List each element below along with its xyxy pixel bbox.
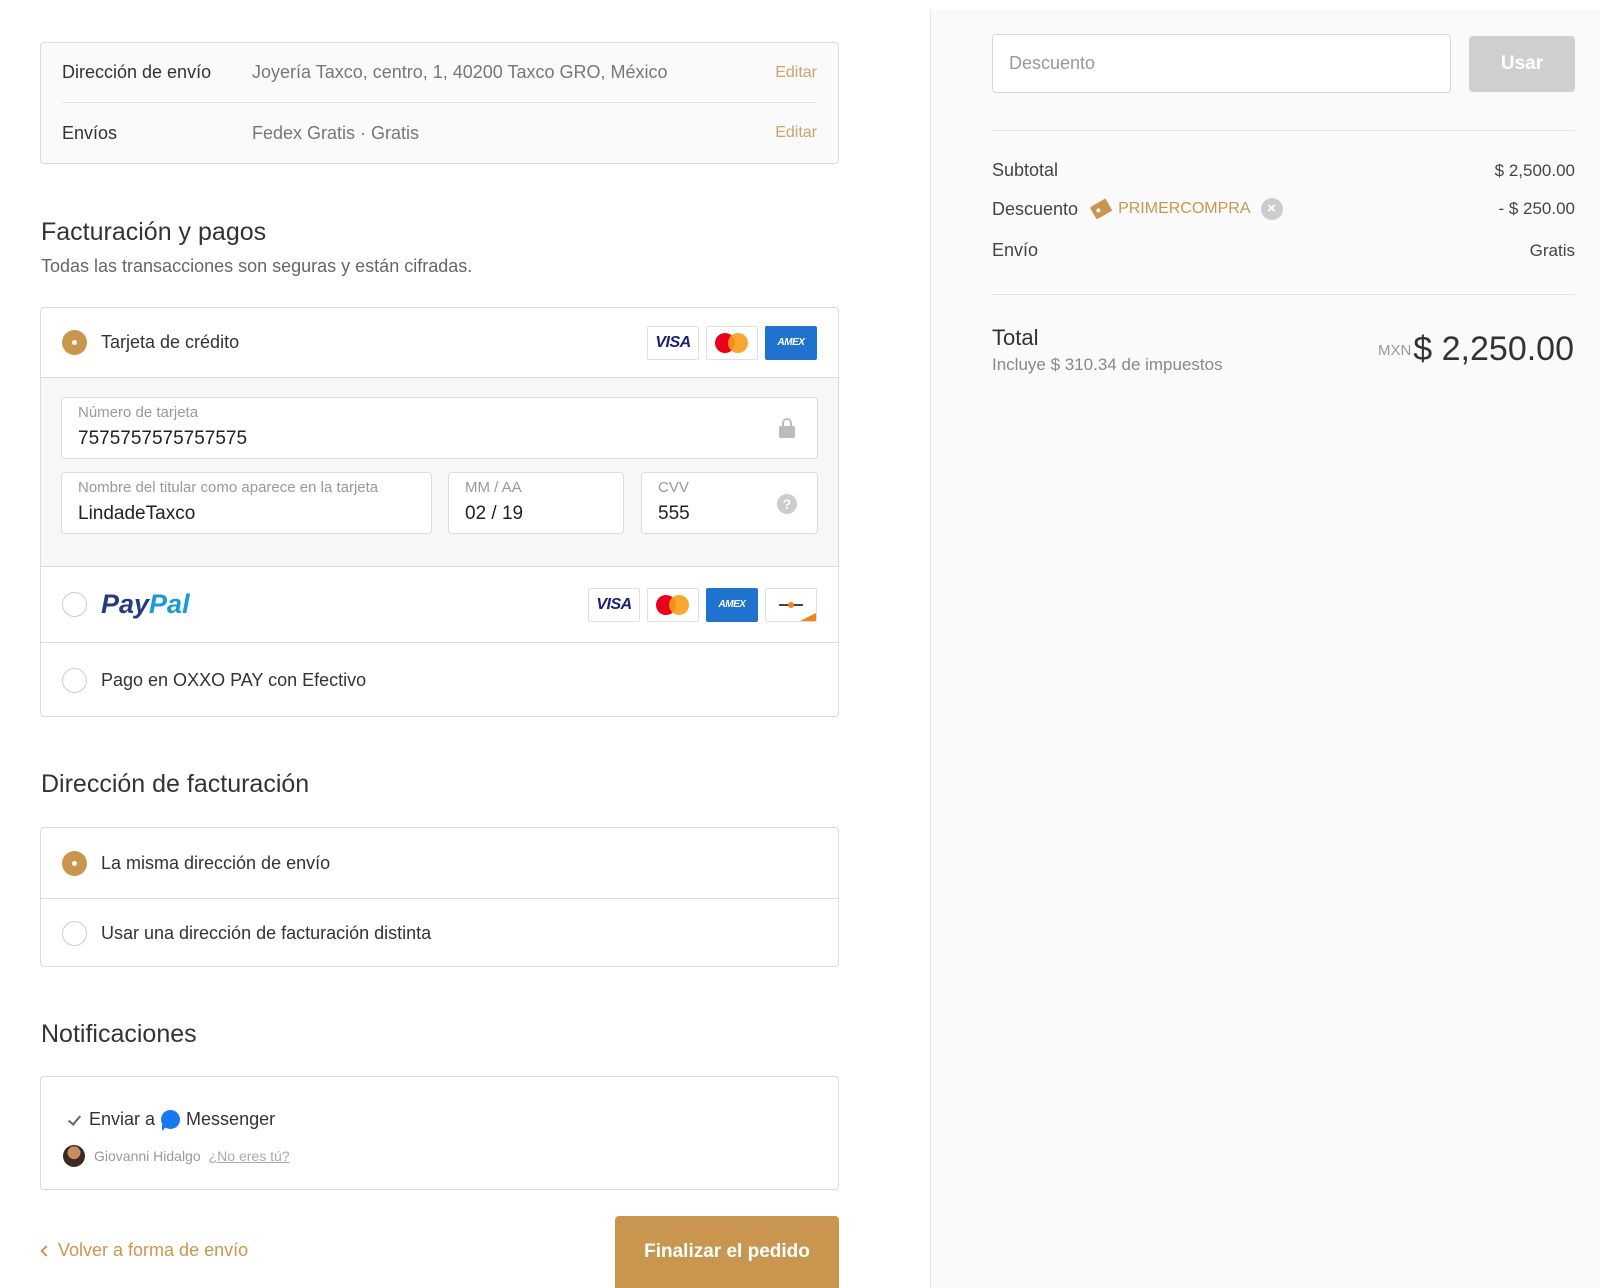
chevron-left-icon: [40, 1244, 52, 1257]
mastercard-icon: [706, 325, 758, 360]
oxxo-radio[interactable]: [62, 667, 87, 693]
visa-icon: VISA: [647, 325, 699, 360]
subtotal-row: Subtotal $ 2,500.00: [992, 160, 1575, 181]
cardholder-name-label: Nombre del titular como aparece en la ta…: [78, 479, 379, 496]
shipping-cost-row: Envío Gratis: [992, 240, 1575, 261]
shipping-label: Envíos: [62, 122, 118, 143]
notifications-title: Notificaciones: [41, 1020, 197, 1048]
credit-card-brands: VISA AMEX: [647, 325, 817, 360]
billing-option-same[interactable]: La misma dirección de envío: [41, 828, 838, 899]
discount-input[interactable]: Descuento: [992, 34, 1451, 93]
expiry-field[interactable]: MM / AA 02 / 19: [448, 472, 624, 534]
tag-icon: [1089, 198, 1113, 220]
discount-code: PRIMERCOMPRA: [1118, 200, 1251, 217]
discount-value: - $ 250.00: [1498, 199, 1575, 218]
summary-address-row: Dirección de envío Joyería Taxco, centro…: [62, 43, 817, 103]
expiry-value: 02 / 19: [465, 503, 524, 524]
cardholder-name-field[interactable]: Nombre del titular como aparece en la ta…: [61, 472, 432, 534]
cardholder-name-value: LindadeTaxco: [78, 503, 196, 524]
cvv-field[interactable]: CVV 555 ?: [641, 472, 818, 534]
apply-discount-button[interactable]: Usar: [1469, 36, 1575, 92]
discount-row: Descuento PRIMERCOMPRA × - $ 250.00: [992, 198, 1575, 220]
amex-icon: AMEX: [706, 587, 758, 622]
billing-option-different[interactable]: Usar una dirección de facturación distin…: [41, 899, 838, 967]
same-address-radio[interactable]: [62, 850, 87, 876]
paypal-radio[interactable]: [62, 592, 87, 617]
edit-address-link[interactable]: Editar: [775, 64, 817, 82]
checkmark-icon: [67, 1113, 81, 1127]
card-number-value: 7575757575757575: [78, 428, 248, 449]
discount-label: Descuento: [992, 198, 1079, 219]
user-name: Giovanni Hidalgo: [94, 1148, 201, 1164]
notifications-box: Enviar a Messenger Giovanni Hidalgo ¿No …: [40, 1076, 839, 1190]
back-to-shipping-link[interactable]: Volver a forma de envío: [40, 1240, 249, 1261]
total-label: Total: [992, 325, 1039, 350]
shipping-cost-label: Envío: [992, 240, 1039, 260]
messenger-user: Giovanni Hidalgo ¿No eres tú?: [63, 1145, 290, 1167]
payment-option-paypal[interactable]: PayPal VISA AMEX: [41, 567, 838, 643]
credit-card-label: Tarjeta de crédito: [101, 332, 240, 352]
cvv-label: CVV: [658, 479, 689, 496]
payments-subtitle: Todas las transacciones son seguras y es…: [41, 256, 473, 276]
messenger-checkbox[interactable]: Enviar a Messenger: [67, 1109, 276, 1131]
billing-address-title: Dirección de facturación: [41, 770, 310, 798]
address-value: Joyería Taxco, centro, 1, 40200 Taxco GR…: [252, 62, 668, 82]
amex-icon: AMEX: [765, 325, 817, 360]
order-summary-panel: Descuento Usar Subtotal $ 2,500.00 Descu…: [930, 10, 1600, 1288]
different-address-label: Usar una dirección de facturación distin…: [101, 922, 432, 943]
payment-option-credit-card[interactable]: Tarjeta de crédito VISA AMEX: [41, 308, 838, 378]
send-to-label: Enviar a: [89, 1109, 156, 1129]
lock-icon: [779, 418, 795, 438]
card-number-field[interactable]: Número de tarjeta 7575757575757575: [61, 397, 818, 459]
total-value: $ 2,250.00: [1413, 330, 1574, 368]
billing-address-options: La misma dirección de envío Usar una dir…: [40, 827, 839, 967]
card-number-label: Número de tarjeta: [78, 404, 199, 421]
same-address-label: La misma dirección de envío: [101, 852, 331, 873]
visa-icon: VISA: [588, 587, 640, 622]
subtotal-label: Subtotal: [992, 160, 1059, 180]
help-icon[interactable]: ?: [777, 494, 797, 514]
credit-card-form: Número de tarjeta 7575757575757575 Nombr…: [41, 378, 838, 567]
mastercard-icon: [647, 587, 699, 622]
paypal-brands: VISA AMEX: [588, 587, 817, 622]
divider: [992, 294, 1575, 295]
credit-card-radio[interactable]: [62, 330, 87, 355]
discount-tag: PRIMERCOMPRA ×: [1089, 198, 1283, 220]
shipping-cost-value: Gratis: [1529, 240, 1575, 260]
shipping-summary: Dirección de envío Joyería Taxco, centro…: [40, 42, 839, 164]
divider: [992, 130, 1575, 131]
back-label: Volver a forma de envío: [58, 1240, 249, 1260]
cvv-value: 555: [658, 503, 690, 524]
paypal-logo: PayPal: [101, 589, 190, 619]
remove-discount-icon[interactable]: ×: [1260, 198, 1283, 220]
taxes-note: Incluye $ 310.34 de impuestos: [992, 355, 1223, 374]
not-you-link[interactable]: ¿No eres tú?: [209, 1148, 290, 1164]
summary-shipping-row: Envíos Fedex Gratis · Gratis Editar: [62, 103, 817, 163]
shipping-value: Fedex Gratis · Gratis: [252, 122, 420, 143]
currency-code: MXN: [1378, 342, 1412, 359]
address-label: Dirección de envío: [62, 62, 212, 82]
expiry-label: MM / AA: [465, 479, 522, 496]
payment-methods: Tarjeta de crédito VISA AMEX Número de t…: [40, 307, 839, 717]
avatar: [63, 1145, 85, 1167]
discover-icon: [765, 587, 817, 622]
messenger-icon: [161, 1110, 181, 1131]
messenger-label: Messenger: [186, 1109, 276, 1129]
payments-title: Facturación y pagos: [41, 218, 267, 246]
oxxo-label: Pago en OXXO PAY con Efectivo: [101, 669, 367, 690]
checkout-main: Dirección de envío Joyería Taxco, centro…: [0, 0, 930, 1288]
payment-option-oxxo[interactable]: Pago en OXXO PAY con Efectivo: [41, 643, 838, 716]
finish-order-button[interactable]: Finalizar el pedido: [615, 1216, 839, 1288]
different-address-radio[interactable]: [62, 920, 87, 946]
edit-shipping-link[interactable]: Editar: [775, 124, 817, 142]
subtotal-value: $ 2,500.00: [1494, 160, 1575, 180]
